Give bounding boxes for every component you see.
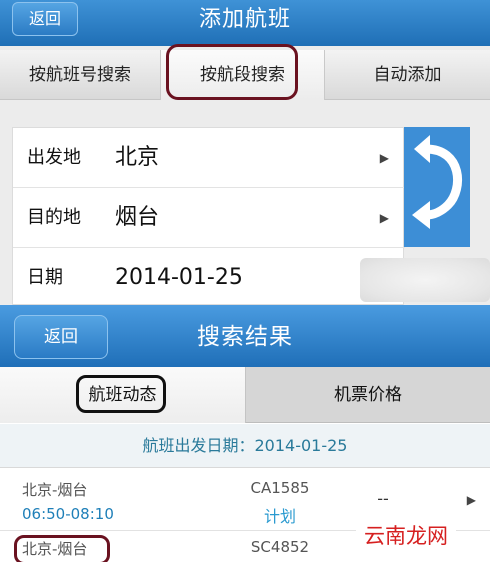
- flight-route: 北京-烟台: [22, 481, 88, 499]
- date-value: 2014-01-25: [115, 265, 243, 290]
- title-bar: 返回 添加航班: [0, 0, 490, 46]
- page-title: 添加航班: [198, 7, 291, 32]
- blurred-region: [360, 258, 490, 302]
- title-bar: 返回 搜索结果: [0, 305, 490, 367]
- departure-row[interactable]: 出发地 北京 ▶: [13, 128, 405, 188]
- search-mode-tabs: 按航班号搜索 按航段搜索 自动添加: [0, 50, 490, 100]
- chevron-right-icon: ▶: [379, 151, 389, 165]
- destination-value: 烟台: [115, 205, 160, 230]
- tab-auto-add[interactable]: 自动添加: [325, 50, 490, 100]
- tab-flight-status[interactable]: 航班动态: [0, 367, 246, 423]
- back-button[interactable]: 返回: [14, 315, 108, 359]
- chevron-right-icon: ▶: [466, 493, 476, 507]
- page-title: 搜索结果: [197, 324, 293, 350]
- result-tabs: 航班动态 机票价格: [0, 367, 490, 423]
- flight-route: 北京-烟台: [22, 540, 88, 558]
- chevron-right-icon: ▶: [379, 211, 389, 225]
- departure-label: 出发地: [27, 147, 81, 168]
- tab-search-by-route[interactable]: 按航段搜索: [160, 50, 325, 100]
- flight-price: --: [377, 489, 389, 508]
- tab-ticket-price[interactable]: 机票价格: [246, 367, 490, 423]
- tab-search-by-flight-number[interactable]: 按航班号搜索: [0, 50, 160, 100]
- departure-date-header: 航班出发日期：2014-01-25: [0, 424, 490, 468]
- back-button[interactable]: 返回: [12, 2, 78, 36]
- watermark-logo: 云南龙网: [356, 520, 456, 552]
- swap-direction-button[interactable]: [404, 127, 470, 247]
- flight-number: CA1585: [250, 479, 310, 497]
- destination-label: 目的地: [27, 207, 81, 228]
- destination-row[interactable]: 目的地 烟台 ▶: [13, 188, 405, 248]
- flight-time: 06:50-08:10: [22, 505, 114, 523]
- search-results-screen: 返回 搜索结果 航班动态 机票价格 航班出发日期：2014-01-25 北京-烟…: [0, 305, 490, 562]
- flight-status: 计划: [263, 507, 296, 526]
- departure-value: 北京: [115, 145, 160, 170]
- route-search-form: 出发地 北京 ▶ 目的地 烟台 ▶ 日期 2014-01-25: [12, 127, 405, 308]
- date-label: 日期: [27, 267, 63, 288]
- date-row[interactable]: 日期 2014-01-25: [13, 248, 405, 308]
- flight-number: SC4852: [250, 538, 310, 556]
- swap-direction-icon: [412, 135, 463, 229]
- add-flight-screen: 返回 添加航班 按航班号搜索 按航段搜索 自动添加 出发地 北京 ▶ 目的地 烟…: [0, 0, 490, 305]
